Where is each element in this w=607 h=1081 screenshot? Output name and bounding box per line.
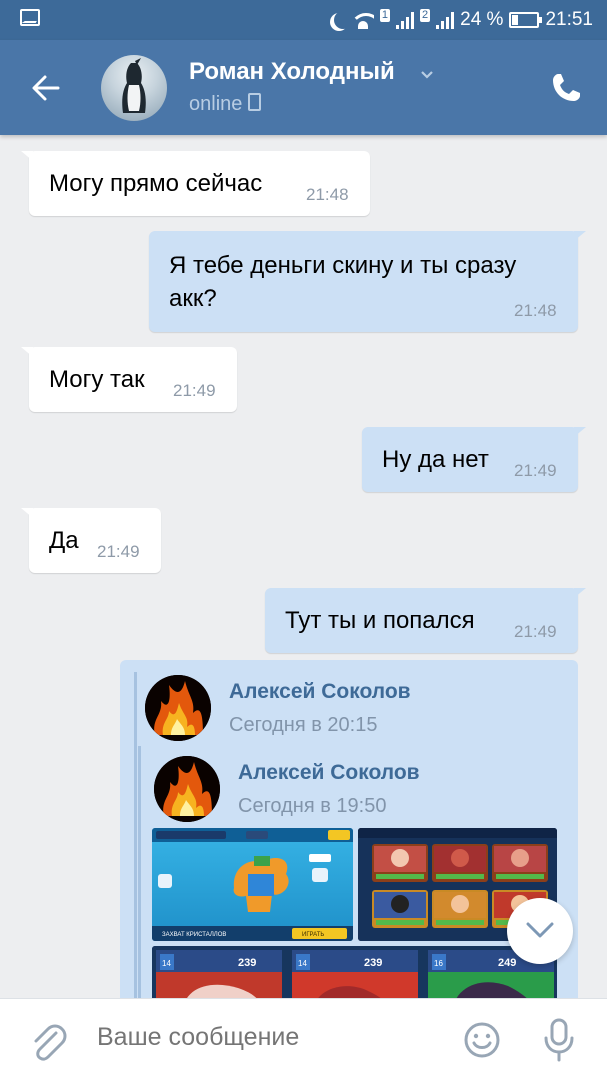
status-bar: 1 2 24 % 21:51 [0,0,607,40]
message-incoming[interactable]: Могу прямо сейчас 21:48 [21,151,370,216]
sim1-badge: 1 [379,8,391,22]
smile-icon[interactable] [463,1021,501,1059]
sender-name[interactable]: Алексей Соколов [229,680,411,704]
svg-text:14: 14 [162,959,171,968]
sender-name[interactable]: Алексей Соколов [238,761,420,785]
sender-date: Сегодня в 20:15 [229,714,378,736]
trophy-count: 239 [238,957,256,969]
sender-date: Сегодня в 19:50 [238,795,387,817]
mobile-icon [248,93,262,111]
trophy-count: 249 [498,957,516,969]
message-outgoing[interactable]: Тут ты и попался 21:49 [265,588,586,653]
svg-text:14: 14 [298,959,307,968]
contact-status: online [189,93,262,116]
signal-icon [396,11,415,29]
chevron-down-icon[interactable] [420,68,434,82]
message-composer [0,998,607,1081]
message-outgoing[interactable]: Я тебе деньги скину и ты сразу акк? 21:4… [149,231,586,332]
wifi-icon [351,11,374,29]
thumb-label: ЗАХВАТ КРИСТАЛЛОВ [162,932,226,938]
message-text: Тут ты и попался [285,607,475,634]
gallery-notification-icon [20,9,40,26]
forward-line-nested [138,746,141,998]
scroll-down-button[interactable] [507,898,573,964]
message-text: Могу прямо сейчас [49,170,263,197]
sim2-badge: 2 [420,8,431,22]
chevron-down-icon [526,922,554,938]
chat-header: Роман Холодный online [0,40,607,135]
thumb-label: ИГРАТЬ [302,932,324,938]
clock: 21:51 [545,9,593,30]
message-text: Да [49,527,79,554]
arrow-left-icon [32,75,60,101]
message-time: 21:49 [514,622,557,641]
message-time: 21:49 [173,381,216,400]
message-incoming[interactable]: Да 21:49 [21,508,161,573]
message-time: 21:49 [97,542,140,561]
message-text: Могу так [49,366,145,393]
avatar[interactable] [101,55,167,121]
forward-line [134,672,137,998]
photo-thumbnail[interactable]: ЗАХВАТ КРИСТАЛЛОВ ИГРАТЬ [152,828,353,941]
microphone-icon[interactable] [541,1017,577,1063]
message-text-line1: Я тебе деньги скину и ты сразу [169,252,517,279]
message-text: Ну да нет [382,446,489,473]
contact-name[interactable]: Роман Холодный [189,58,395,86]
message-time: 21:48 [514,301,557,320]
message-outgoing[interactable]: Ну да нет 21:49 [362,427,586,492]
phone-icon [553,74,580,101]
call-button[interactable] [548,70,584,106]
battery-percent: 24 % [460,9,504,30]
message-time: 21:48 [306,185,349,204]
message-incoming[interactable]: Могу так 21:49 [21,347,237,412]
back-button[interactable] [28,70,64,106]
message-text-line2: акк? [169,285,217,312]
paperclip-icon[interactable] [28,1019,68,1063]
message-time: 21:49 [514,461,557,480]
signal2-icon [436,11,455,29]
sender-avatar[interactable] [154,756,220,822]
trophy-count: 239 [364,957,382,969]
sender-avatar[interactable] [145,675,211,741]
do-not-disturb-icon [334,11,352,29]
svg-text:16: 16 [434,959,443,968]
battery-icon [509,12,543,28]
message-input[interactable] [97,1023,427,1052]
status-text: online [189,93,243,115]
